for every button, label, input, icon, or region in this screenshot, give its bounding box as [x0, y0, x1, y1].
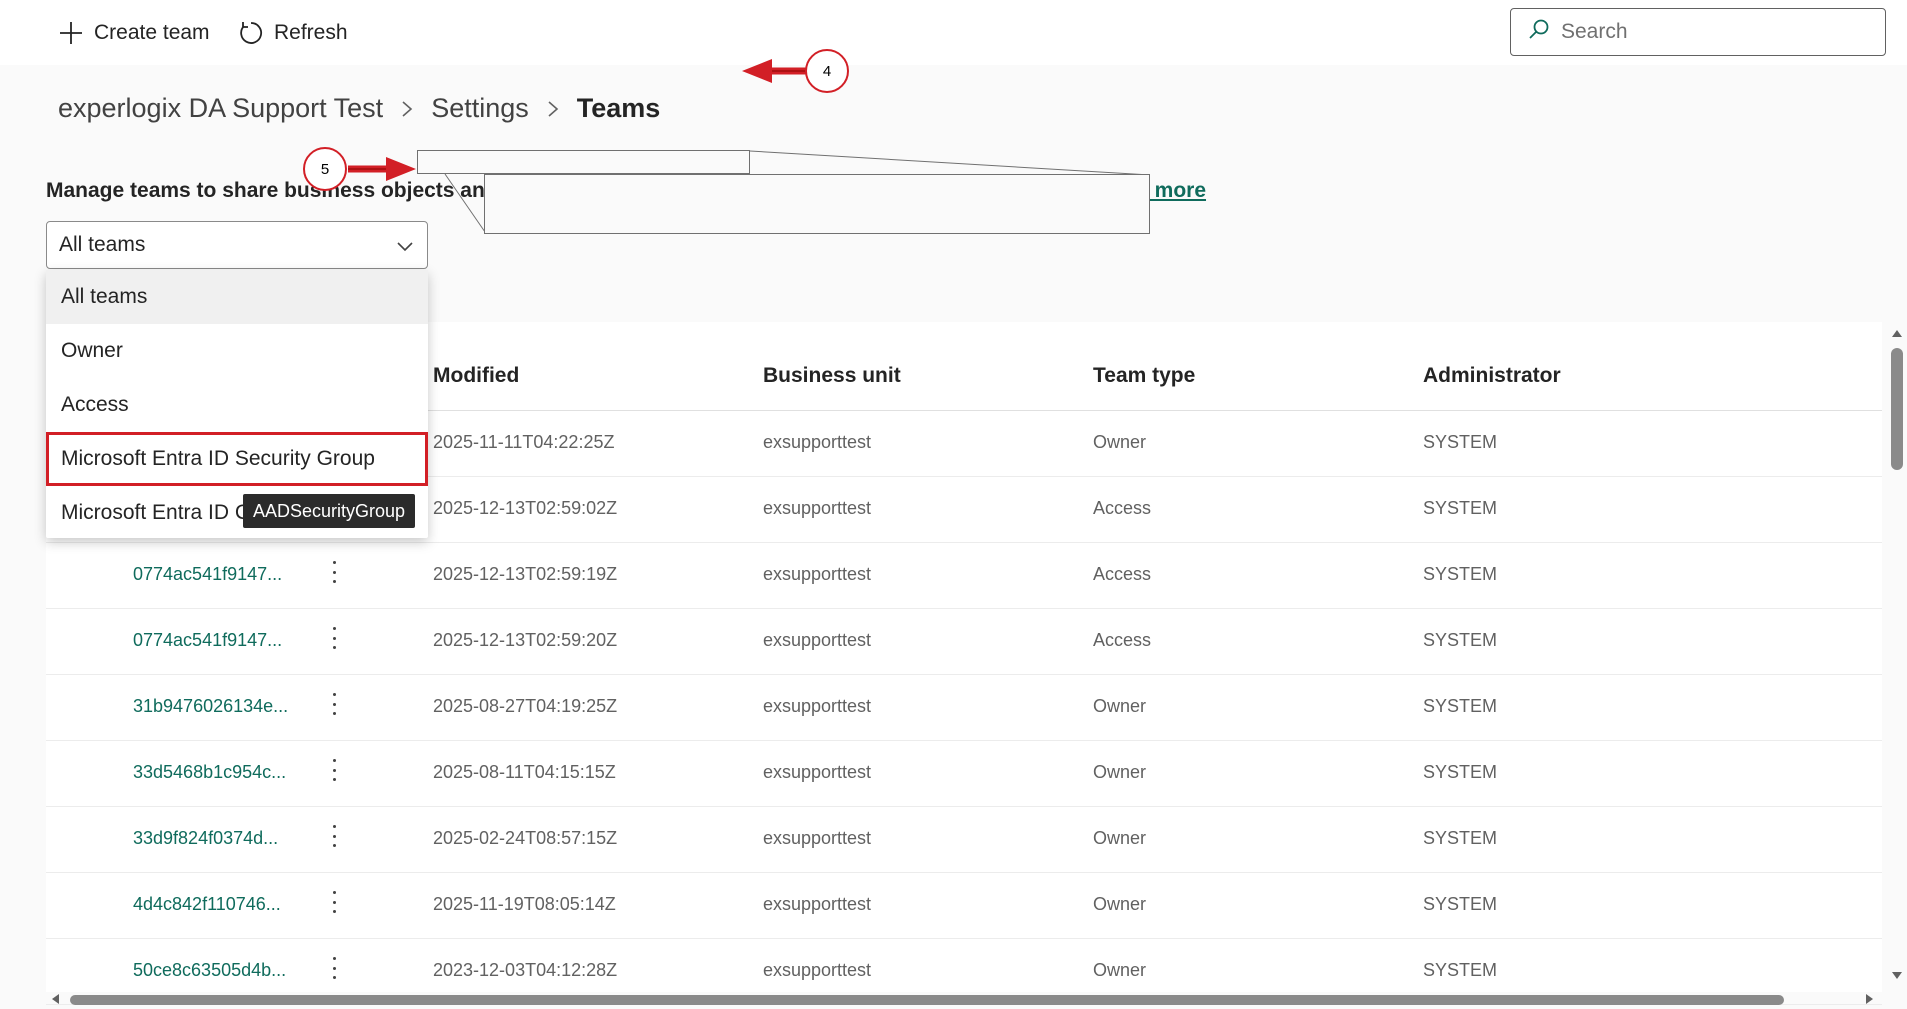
annotation-arrows — [348, 59, 806, 181]
step-4-badge: 4 — [805, 49, 849, 93]
arrow-right-icon — [348, 157, 416, 181]
step-5-badge: 5 — [303, 147, 347, 191]
arrow-left-icon — [742, 59, 806, 83]
